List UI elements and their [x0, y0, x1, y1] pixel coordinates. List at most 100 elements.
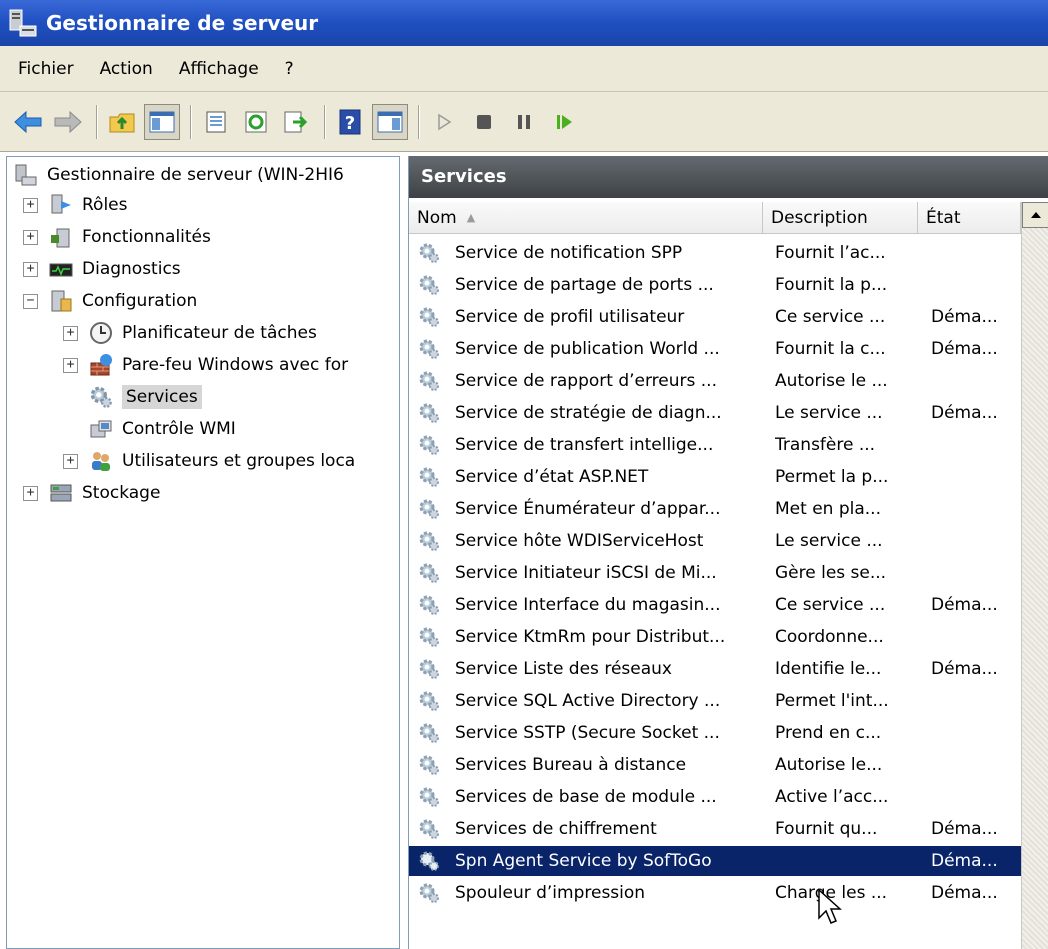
tree-item-wmi-control[interactable]: Contrôle WMI [88, 413, 236, 445]
service-state [931, 430, 1019, 460]
service-row[interactable]: Service Énumérateur d’appar... Met en pl… [409, 494, 1021, 524]
service-row[interactable]: Spn Agent Service by SofToGo Déma... [409, 846, 1021, 876]
service-name: Service Initiateur iSCSI de Mi... [455, 563, 717, 583]
toolbar: ? [0, 92, 1048, 152]
service-state: Déma... [931, 659, 998, 679]
pause-icon[interactable] [506, 104, 542, 140]
expand-toggle[interactable]: + [23, 197, 38, 213]
service-name: Service de rapport d’erreurs ... [455, 371, 717, 391]
service-gear-icon [417, 369, 441, 393]
column-header-name[interactable]: Nom ▲ [409, 202, 763, 234]
service-state [931, 494, 1019, 524]
refresh-icon[interactable] [238, 104, 274, 140]
service-row[interactable]: Service SSTP (Secure Socket ... Prend en… [409, 718, 1021, 748]
service-gear-icon [417, 305, 441, 329]
service-row[interactable]: Service de rapport d’erreurs ... Autoris… [409, 366, 1021, 396]
show-hide-action-pane-icon[interactable] [372, 103, 408, 140]
service-name: Spn Agent Service by SofToGo [455, 851, 712, 871]
expand-toggle[interactable]: + [23, 229, 38, 245]
expand-toggle[interactable]: + [23, 485, 38, 501]
service-gear-icon [417, 241, 441, 265]
help-icon[interactable]: ? [332, 104, 368, 140]
expand-toggle[interactable]: + [63, 453, 78, 469]
tree-item-firewall[interactable]: + Pare-feu Windows avec for [63, 349, 348, 381]
service-gear-icon [417, 689, 441, 713]
menu-affichage[interactable]: Affichage [167, 59, 273, 79]
service-name: Service de partage de ports ... [455, 275, 714, 295]
play-icon[interactable] [426, 104, 462, 140]
service-state: Déma... [931, 307, 998, 327]
service-row[interactable]: Services de chiffrement Fournit qu... Dé… [409, 814, 1021, 844]
tree-item-label: Diagnostics [82, 259, 181, 279]
tree-item-storage[interactable]: + Stockage [23, 477, 160, 509]
service-state [931, 782, 1019, 812]
service-row[interactable]: Services de base de module ... Active l’… [409, 782, 1021, 812]
service-description: Prend en c... [775, 723, 882, 743]
tree-item-roles[interactable]: + Rôles [23, 189, 128, 221]
service-row[interactable]: Service Interface du magasin... Ce servi… [409, 590, 1021, 620]
scroll-up-button[interactable] [1022, 202, 1048, 228]
vertical-scrollbar[interactable] [1021, 202, 1048, 949]
service-gear-icon [417, 721, 441, 745]
menu-action[interactable]: Action [88, 59, 167, 79]
service-description: Permet la p... [775, 467, 889, 487]
service-state [931, 558, 1019, 588]
service-state: Déma... [931, 819, 998, 839]
service-row[interactable]: Service de partage de ports ... Fournit … [409, 270, 1021, 300]
tree-item-diagnostics[interactable]: + Diagnostics [23, 253, 181, 285]
tree-item-label: Configuration [82, 291, 198, 311]
toolbar-separator [96, 104, 98, 139]
service-row[interactable]: Spouleur d’impression Charge les ... Dém… [409, 878, 1021, 908]
stop-icon[interactable] [466, 104, 502, 140]
tree-item-task-scheduler[interactable]: + Planificateur de tâches [63, 317, 317, 349]
menu-help[interactable]: ? [273, 59, 308, 79]
service-row[interactable]: Service SQL Active Directory ... Permet … [409, 686, 1021, 716]
service-name: Service de publication World ... [455, 339, 720, 359]
service-row[interactable]: Services Bureau à distance Autorise le..… [409, 750, 1021, 780]
expand-toggle[interactable]: + [63, 357, 78, 373]
expand-toggle[interactable]: + [63, 325, 78, 341]
back-arrow-icon[interactable] [10, 104, 46, 140]
service-row[interactable]: Service de stratégie de diagn... Le serv… [409, 398, 1021, 428]
show-hide-console-tree-icon[interactable] [144, 103, 180, 140]
up-folder-icon[interactable] [104, 104, 140, 140]
expand-toggle[interactable]: + [23, 261, 38, 277]
service-gear-icon [417, 465, 441, 489]
column-header-description[interactable]: Description [763, 202, 918, 234]
service-state [931, 366, 1019, 396]
service-row[interactable]: Service de transfert intellige... Transf… [409, 430, 1021, 460]
service-row[interactable]: Service hôte WDIServiceHost Le service .… [409, 526, 1021, 556]
service-row[interactable]: Service de profil utilisateur Ce service… [409, 302, 1021, 332]
tree-item-configuration[interactable]: − Configuration [23, 285, 197, 317]
tree-item-services[interactable]: Services [88, 381, 202, 413]
collapse-toggle[interactable]: − [23, 293, 38, 309]
service-state: Déma... [931, 339, 998, 359]
service-row[interactable]: Service KtmRm pour Distribut... Coordonn… [409, 622, 1021, 652]
service-state [931, 526, 1019, 556]
service-gear-icon [417, 849, 441, 873]
service-row[interactable]: Service d’état ASP.NET Permet la p... [409, 462, 1021, 492]
toolbar-separator [418, 104, 420, 139]
tree-root[interactable]: Gestionnaire de serveur (WIN-2HI6 [13, 159, 344, 191]
export-list-icon[interactable] [278, 104, 314, 140]
tree-item-local-users[interactable]: + Utilisateurs et groupes loca [63, 445, 355, 477]
tree-item-features[interactable]: + Fonctionnalités [23, 221, 211, 253]
diagnostics-icon [48, 256, 74, 282]
restart-icon[interactable] [546, 104, 582, 140]
service-row[interactable]: Service de publication World ... Fournit… [409, 334, 1021, 364]
forward-arrow-icon[interactable] [50, 104, 86, 140]
service-row[interactable]: Service Initiateur iSCSI de Mi... Gère l… [409, 558, 1021, 588]
service-gear-icon [417, 401, 441, 425]
service-row[interactable]: Service de notification SPP Fournit l’ac… [409, 238, 1021, 268]
menu-fichier[interactable]: Fichier [6, 59, 88, 79]
roles-icon [48, 192, 74, 218]
properties-icon[interactable] [198, 104, 234, 140]
service-gear-icon [417, 433, 441, 457]
service-state [931, 686, 1019, 716]
column-header-state[interactable]: État [918, 202, 1021, 234]
service-state [931, 270, 1019, 300]
service-description: Fournit la c... [775, 339, 886, 359]
toolbar-separator [190, 104, 192, 139]
service-state: Déma... [931, 403, 998, 423]
service-row[interactable]: Service Liste des réseaux Identifie le..… [409, 654, 1021, 684]
